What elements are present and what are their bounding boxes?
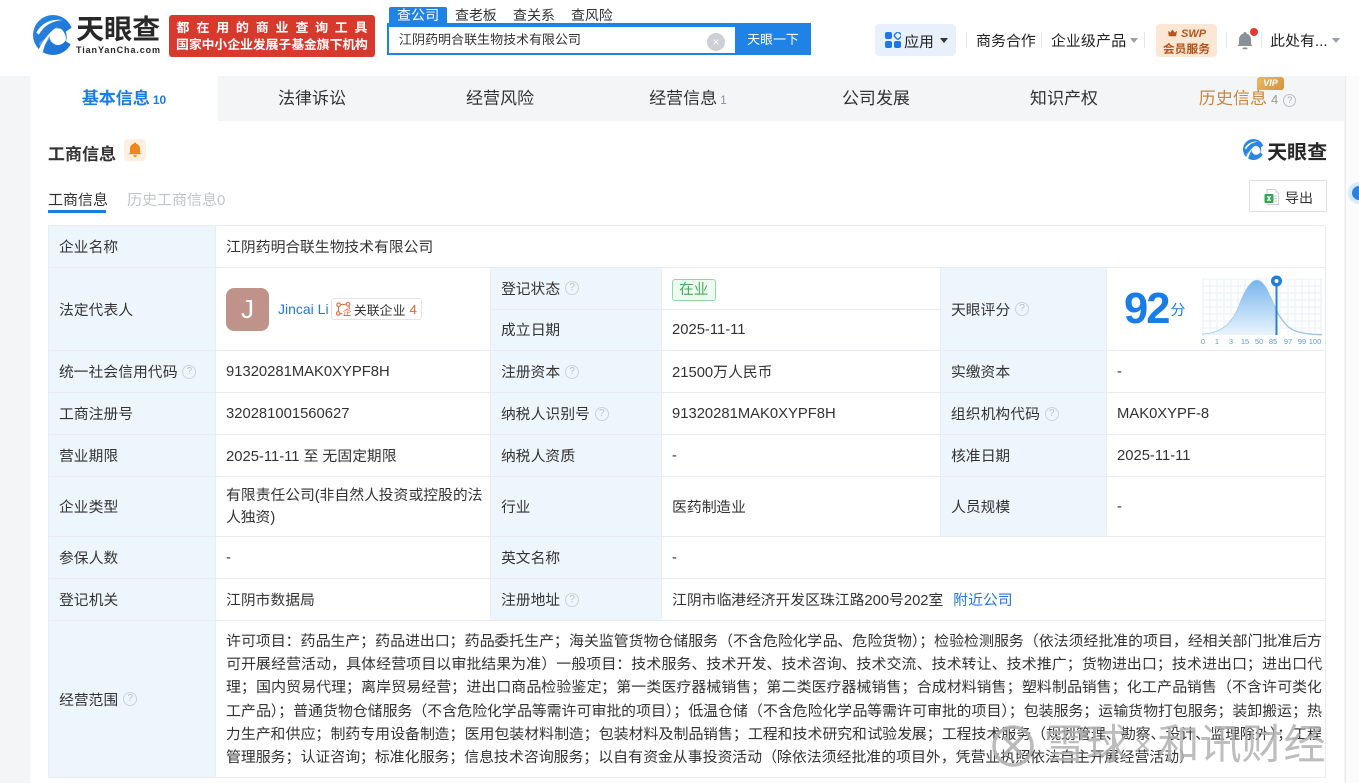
- svg-text:85: 85: [1269, 337, 1277, 346]
- svg-text:99: 99: [1298, 337, 1306, 346]
- svg-text:50: 50: [1255, 337, 1263, 346]
- svg-text:企: 企: [342, 306, 350, 316]
- svg-text:97: 97: [1284, 337, 1292, 346]
- svg-text:15: 15: [1241, 337, 1249, 346]
- svg-text:1: 1: [1215, 337, 1219, 346]
- svg-text:0: 0: [1201, 337, 1205, 346]
- svg-text:100: 100: [1309, 337, 1322, 346]
- svg-text:3: 3: [1229, 337, 1233, 346]
